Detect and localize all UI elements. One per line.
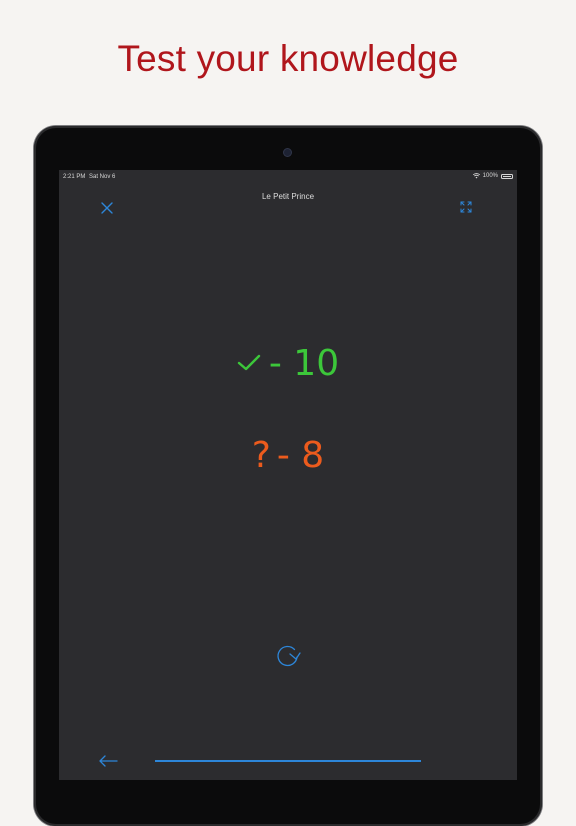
close-icon — [101, 202, 113, 214]
arrow-left-icon — [99, 755, 118, 767]
battery-percent: 100% — [482, 173, 498, 179]
status-bar: 2:21 PM Sat Nov 6 100% — [59, 170, 517, 184]
expand-icon — [460, 201, 472, 213]
promo-headline: Test your knowledge — [117, 38, 459, 79]
fullscreen-button[interactable] — [459, 200, 473, 214]
progress-bar — [155, 760, 421, 762]
app-screen: 2:21 PM Sat Nov 6 100% Le Petit Prince -… — [59, 170, 517, 780]
status-right: 100% — [472, 173, 513, 179]
wifi-icon — [472, 173, 480, 179]
front-camera — [284, 149, 291, 156]
unknown-count: - 8 — [276, 434, 325, 476]
status-date: Sat Nov 6 — [89, 174, 116, 180]
refresh-icon — [277, 645, 301, 667]
unknown-count-row: ? - 8 — [59, 432, 517, 478]
question-mark: ? — [251, 434, 271, 476]
back-button[interactable] — [97, 754, 119, 768]
correct-count-row: - 10 — [59, 340, 517, 386]
restart-button[interactable] — [273, 641, 303, 671]
battery-icon — [501, 173, 513, 179]
nav-title: Le Petit Prince — [261, 192, 315, 201]
status-time: 2:21 PM — [63, 174, 86, 180]
close-button[interactable] — [100, 201, 114, 215]
checkmark-icon — [237, 354, 261, 372]
correct-count: - 10 — [268, 342, 340, 384]
